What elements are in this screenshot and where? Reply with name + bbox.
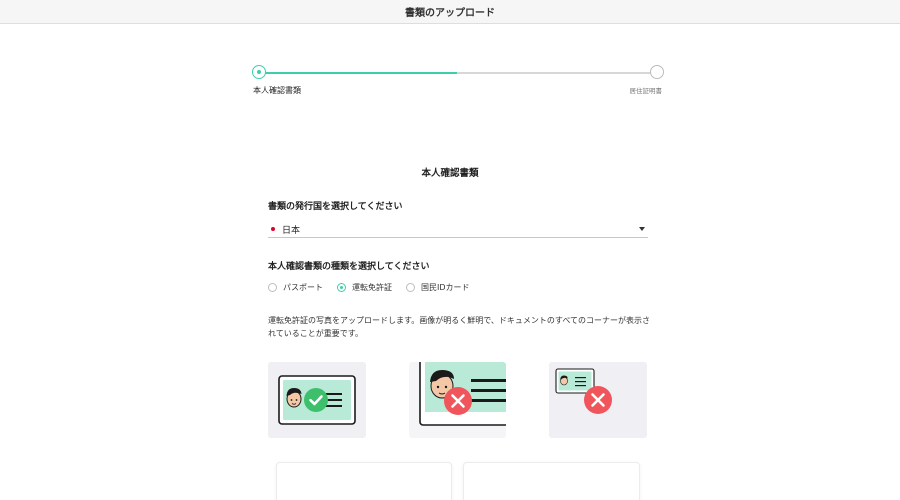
- radio-drivers-license[interactable]: 運転免許証: [337, 282, 392, 293]
- page-title: 書類のアップロード: [405, 8, 495, 19]
- radio-label: パスポート: [283, 282, 323, 292]
- document-type-radio-group: パスポート 運転免許証 国民IDカード: [268, 280, 484, 294]
- radio-circle[interactable]: [406, 282, 415, 292]
- country-select-value: 日本: [282, 225, 301, 236]
- example-correct-card: [268, 362, 366, 438]
- radio-national-id[interactable]: 国民IDカード: [406, 282, 470, 293]
- id-card-small-illustration: [555, 368, 612, 414]
- radio-label: 運転免許証: [352, 282, 392, 292]
- step-1-indicator: [252, 65, 266, 79]
- document-type-label: 本人確認書類の種類を選択してください: [268, 262, 430, 272]
- radio-label: 国民IDカード: [421, 282, 470, 292]
- upload-back-area[interactable]: [463, 462, 640, 500]
- id-card-correct-illustration: [278, 375, 356, 425]
- example-cropped-card: [409, 362, 506, 438]
- country-select-label: 書類の発行国を選択してください: [268, 202, 403, 212]
- step-2-indicator: [650, 65, 664, 79]
- progress-stepper: 本人確認書類 居住証明書: [252, 64, 664, 104]
- radio-circle[interactable]: [268, 282, 277, 292]
- radio-passport[interactable]: パスポート: [268, 282, 323, 293]
- example-too-small-card: [549, 362, 647, 438]
- step-1-label: 本人確認書類: [253, 86, 301, 95]
- japan-flag-icon: [268, 224, 278, 234]
- id-card-cropped-illustration: [419, 362, 506, 426]
- country-select[interactable]: 日本: [268, 221, 648, 238]
- section-title: 本人確認書類: [421, 168, 479, 179]
- upload-instructions: 運転免許証の写真をアップロードします。画像が明るく鮮明で、ドキュメントのすべての…: [268, 316, 650, 338]
- radio-circle[interactable]: [337, 282, 346, 292]
- stepper-progress-fill: [259, 72, 457, 74]
- top-bar: 書類のアップロード: [0, 0, 900, 24]
- step-2-label: 居住証明書: [629, 87, 663, 95]
- chevron-down-icon: [639, 227, 645, 231]
- upload-front-area[interactable]: [276, 462, 452, 500]
